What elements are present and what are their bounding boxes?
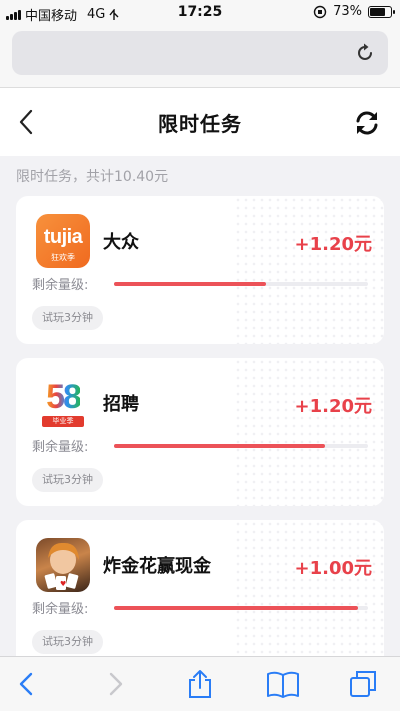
app-icon-text: tujia	[43, 226, 83, 248]
game-app-icon: ♥	[36, 538, 90, 592]
browser-address-area	[0, 26, 400, 88]
task-card[interactable]: tujia 狂欢季 大众 +1.20元 剩余量级: 试玩3分钟	[16, 196, 384, 344]
58-app-icon: 58 毕业季	[36, 376, 90, 430]
trial-duration-tag: 试玩3分钟	[32, 630, 103, 654]
remain-progress-fill	[114, 282, 267, 286]
refresh-icon[interactable]	[352, 108, 382, 138]
app-icon-text: 58	[46, 378, 82, 416]
svg-text:♥: ♥	[60, 580, 66, 588]
task-reward: +1.20元	[294, 234, 373, 255]
browser-forward-icon[interactable]	[100, 669, 130, 699]
battery-percent: 73%	[333, 4, 362, 19]
task-name: 大众	[103, 232, 139, 253]
task-card[interactable]: ♥ 炸金花赢现金 +1.00元 剩余量级: 试玩3分钟	[16, 520, 384, 668]
remain-progress-fill	[114, 606, 358, 610]
task-reward: +1.00元	[294, 558, 373, 579]
page-title: 限时任务	[158, 112, 242, 136]
tujia-app-icon: tujia 狂欢季	[36, 214, 90, 268]
orientation-lock-icon	[313, 5, 327, 18]
app-icon-subtext: 毕业季	[42, 416, 84, 427]
bookmarks-icon[interactable]	[266, 669, 300, 699]
task-card[interactable]: 58 毕业季 招聘 +1.20元 剩余量级: 试玩3分钟	[16, 358, 384, 506]
app-icon-subtext: 狂欢季	[51, 253, 75, 262]
reload-icon[interactable]	[354, 42, 376, 64]
remain-progress-bar	[114, 606, 368, 610]
remain-label: 剩余量级:	[32, 278, 89, 293]
game-character-icon: ♥	[44, 542, 79, 590]
trial-duration-tag: 试玩3分钟	[32, 306, 103, 330]
browser-back-icon[interactable]	[12, 669, 42, 699]
share-icon[interactable]	[185, 669, 215, 699]
remain-label: 剩余量级:	[32, 440, 89, 455]
task-name: 招聘	[103, 394, 139, 415]
remain-progress-bar	[114, 282, 368, 286]
tabs-icon[interactable]	[348, 669, 378, 699]
trial-duration-tag: 试玩3分钟	[32, 468, 103, 492]
task-summary: 限时任务，共计10.40元	[16, 169, 169, 185]
remain-progress-fill	[114, 444, 325, 448]
status-bar: 中国移动 4G 17:25 73%	[0, 0, 400, 26]
status-right: 73%	[313, 4, 395, 19]
address-bar[interactable]	[12, 31, 388, 75]
remain-label: 剩余量级:	[32, 602, 89, 617]
remain-progress-bar	[114, 444, 368, 448]
task-reward: +1.20元	[294, 396, 373, 417]
browser-toolbar	[0, 656, 400, 711]
nav-header: 限时任务	[0, 88, 400, 156]
task-name: 炸金花赢现金	[103, 556, 211, 577]
battery-icon	[368, 5, 395, 18]
